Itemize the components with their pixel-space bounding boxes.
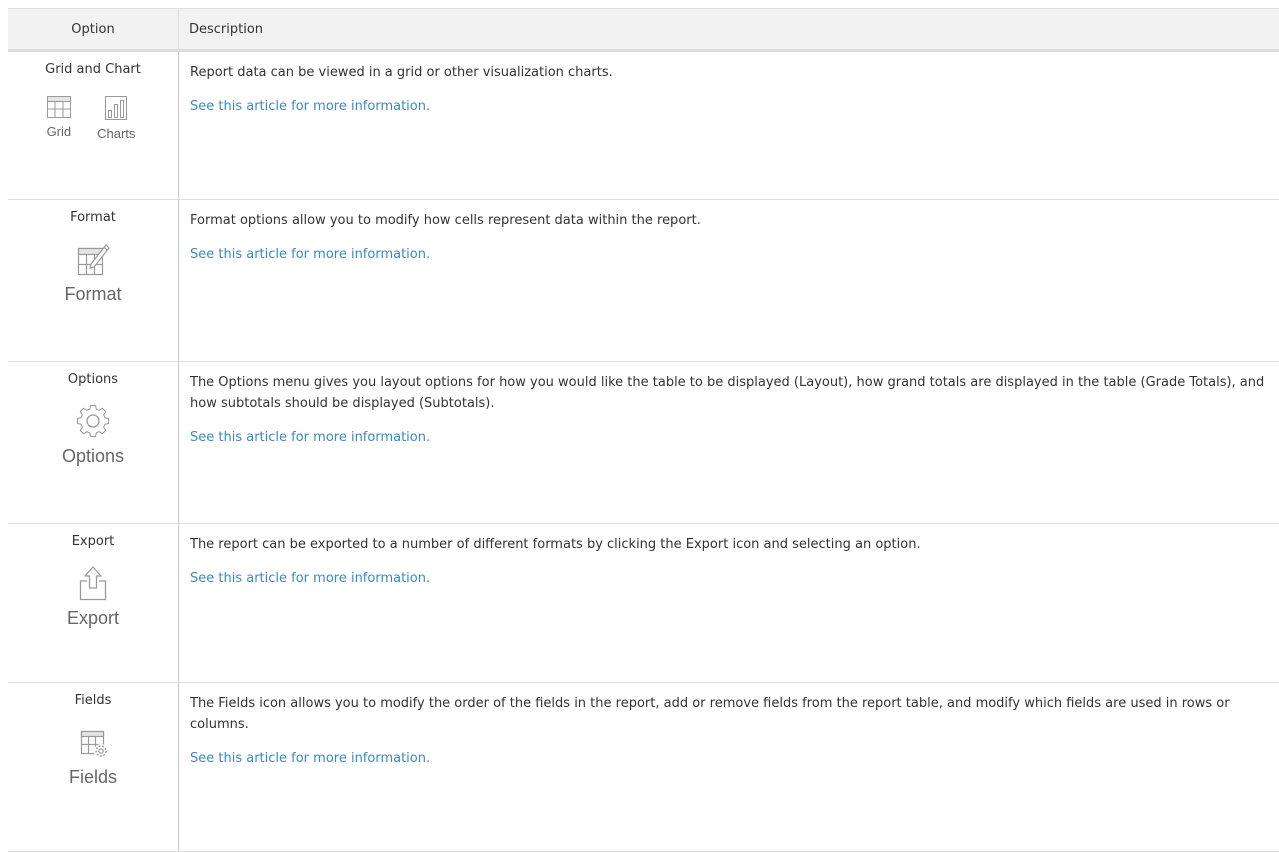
option-name: Export bbox=[8, 534, 178, 550]
description-cell: Report data can be viewed in a grid or o… bbox=[179, 51, 1279, 200]
format-icon bbox=[75, 240, 111, 278]
charts-icon bbox=[105, 96, 127, 120]
grid-chart-icons: Grid Charts bbox=[4, 96, 178, 141]
option-name: Options bbox=[8, 372, 178, 388]
table-row-format: Format Format Format options allow yo bbox=[8, 200, 1279, 362]
header-description: Description bbox=[179, 9, 1279, 51]
option-cell: Options Options bbox=[8, 362, 179, 524]
grid-icon-label: Grid bbox=[47, 124, 72, 139]
header-option: Option bbox=[8, 9, 179, 51]
fields-icon-group: Fields bbox=[69, 723, 117, 788]
option-cell: Grid and Chart Grid bbox=[8, 51, 179, 200]
options-table: Option Description Grid and Chart bbox=[8, 8, 1279, 852]
description-cell: Format options allow you to modify how c… bbox=[179, 200, 1279, 362]
description-text: Report data can be viewed in a grid or o… bbox=[190, 62, 1269, 83]
description-text: The report can be exported to a number o… bbox=[190, 534, 1269, 555]
description-cell: The Fields icon allows you to modify the… bbox=[179, 683, 1279, 852]
description-cell: The Options menu gives you layout option… bbox=[179, 362, 1279, 524]
option-cell: Export Export bbox=[8, 524, 179, 683]
option-name: Grid and Chart bbox=[8, 62, 178, 78]
grid-icon-group: Grid bbox=[47, 96, 72, 141]
charts-icon-label: Charts bbox=[97, 126, 135, 141]
table-row-fields: Fields Fields The Fields bbox=[8, 683, 1279, 852]
option-name: Fields bbox=[8, 693, 178, 709]
option-cell: Fields Fields bbox=[8, 683, 179, 852]
charts-icon-group: Charts bbox=[97, 96, 135, 141]
more-info-link[interactable]: See this article for more information. bbox=[190, 748, 430, 769]
gear-icon-group: Options bbox=[62, 402, 124, 467]
more-info-link[interactable]: See this article for more information. bbox=[190, 244, 430, 265]
export-icon-label: Export bbox=[67, 608, 119, 629]
more-info-link[interactable]: See this article for more information. bbox=[190, 568, 430, 589]
table-row-export: Export Export The report can be exported… bbox=[8, 524, 1279, 683]
table-header-row: Option Description bbox=[8, 9, 1279, 51]
description-text: The Fields icon allows you to modify the… bbox=[190, 693, 1269, 735]
option-cell: Format Format bbox=[8, 200, 179, 362]
description-text: Format options allow you to modify how c… bbox=[190, 210, 1269, 231]
format-icon-group: Format bbox=[64, 240, 121, 305]
table-row-options: Options Options The Options menu gives y… bbox=[8, 362, 1279, 524]
more-info-link[interactable]: See this article for more information. bbox=[190, 96, 430, 117]
export-icon-group: Export bbox=[67, 564, 119, 629]
more-info-link[interactable]: See this article for more information. bbox=[190, 427, 430, 448]
table-row-grid-and-chart: Grid and Chart Grid bbox=[8, 51, 1279, 200]
description-cell: The report can be exported to a number o… bbox=[179, 524, 1279, 683]
export-icon bbox=[75, 564, 111, 602]
gear-icon bbox=[75, 402, 111, 440]
description-text: The Options menu gives you layout option… bbox=[190, 372, 1269, 414]
grid-icon bbox=[47, 96, 71, 118]
options-icon-label: Options bbox=[62, 446, 124, 467]
option-name: Format bbox=[8, 210, 178, 226]
format-icon-label: Format bbox=[64, 284, 121, 305]
fields-icon-label: Fields bbox=[69, 767, 117, 788]
fields-icon bbox=[75, 723, 111, 761]
